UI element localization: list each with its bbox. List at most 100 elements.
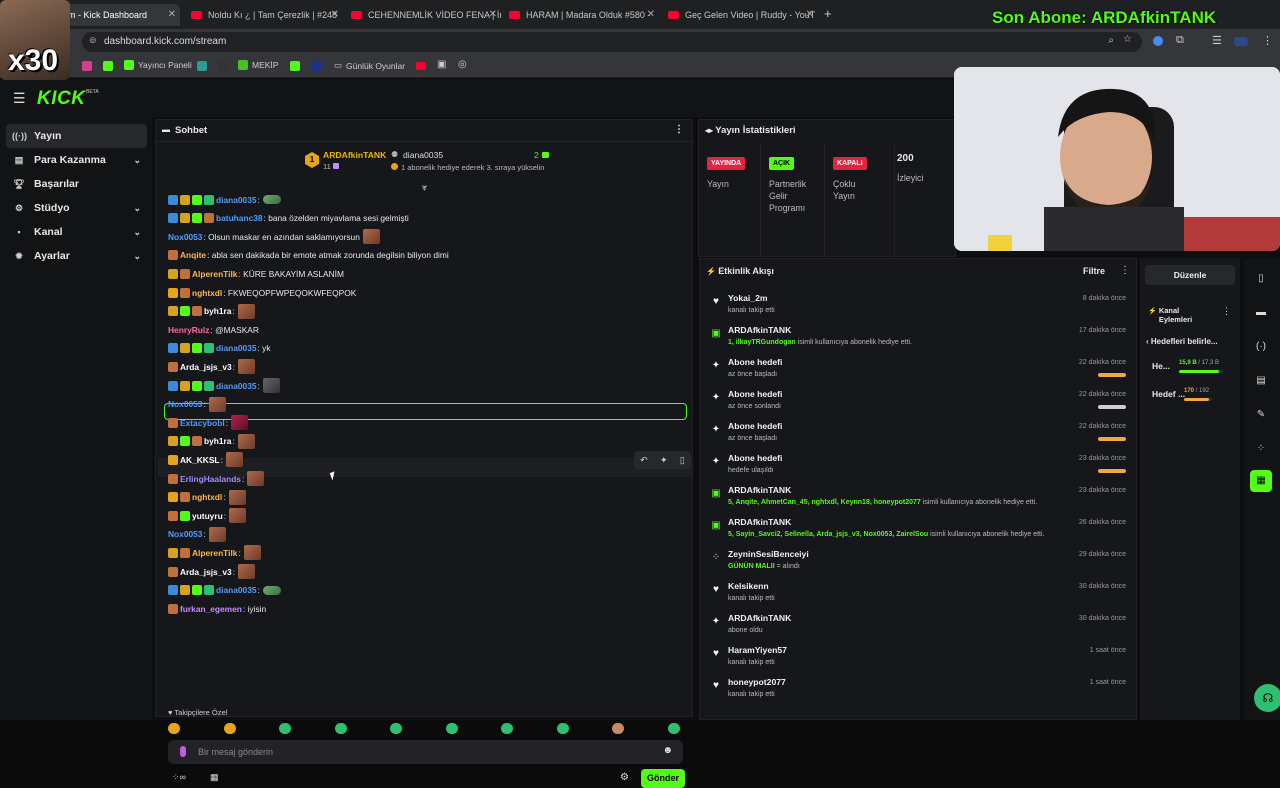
activity-item[interactable]: ♥ Kelsikenn kanalı takip etti 30 dakika önc… bbox=[700, 577, 1136, 609]
app-icon[interactable] bbox=[197, 61, 207, 71]
close-icon[interactable]: ✕ bbox=[806, 9, 814, 20]
profile-avatar[interactable] bbox=[1234, 37, 1248, 46]
youtube-icon[interactable] bbox=[416, 62, 426, 70]
shop-icon[interactable]: ▦ bbox=[210, 772, 219, 783]
chat-message[interactable]: diana0035: bbox=[168, 582, 281, 599]
activity-user[interactable]: ZeyninSesiBenceiyi bbox=[728, 549, 809, 559]
support-icon[interactable]: ☊ bbox=[1254, 684, 1280, 712]
delete-icon[interactable]: ▯ bbox=[680, 455, 685, 466]
sidebar-item-studyo[interactable]: ⚙ Stüdyo ⌄ bbox=[6, 196, 147, 220]
site-info-icon[interactable]: ⊜ bbox=[89, 35, 97, 46]
reading-list-icon[interactable]: ☰ bbox=[1212, 34, 1222, 47]
puzzle-icon[interactable]: ⧉ bbox=[1176, 34, 1184, 47]
emoji-icon[interactable]: ☻ bbox=[662, 745, 673, 756]
activity-user[interactable]: honeypot2077 bbox=[728, 677, 786, 687]
emote-icon[interactable] bbox=[237, 433, 255, 449]
tab-youtube-1[interactable]: Noldu Kı ¿ | Tam Çerezlik | #248 ✕ bbox=[183, 4, 343, 26]
chat-message[interactable]: ErlingHaalands: bbox=[168, 470, 265, 487]
emote-icon[interactable] bbox=[556, 723, 569, 734]
chat-username[interactable]: AK_KKSL bbox=[180, 455, 220, 465]
chat-message[interactable]: furkan_egemen: iyisin bbox=[168, 600, 266, 617]
activity-item[interactable]: ⁘ ZeyninSesiBenceiyi GÜNÜN MALII = alındı 2… bbox=[700, 545, 1136, 577]
close-icon[interactable]: ✕ bbox=[647, 9, 655, 20]
activity-item[interactable]: ✦ Abone hedefi az önce sonlandı 22 dakika ö… bbox=[700, 385, 1136, 417]
calculator-icon[interactable]: ▦ bbox=[1250, 470, 1272, 492]
chat-username[interactable]: diana0035 bbox=[216, 381, 257, 391]
emote-icon[interactable] bbox=[243, 545, 261, 561]
chat-username[interactable]: AlperenTilk bbox=[192, 548, 237, 558]
emote-icon[interactable] bbox=[334, 723, 347, 734]
chat-username[interactable]: Extacybobl bbox=[180, 418, 225, 428]
emote-icon[interactable] bbox=[208, 526, 226, 542]
emote-icon[interactable] bbox=[225, 452, 243, 468]
kicks-icon[interactable]: ⁘∞ bbox=[172, 772, 186, 783]
activity-user[interactable]: Abone hedefi bbox=[728, 453, 782, 463]
close-icon[interactable]: ✕ bbox=[168, 9, 176, 20]
chat-message[interactable]: diana0035: yk bbox=[168, 340, 271, 357]
new-tab-icon[interactable]: + bbox=[824, 6, 832, 21]
activity-item[interactable]: ✦ Abone hedefi az önce başladı 22 dakika ön… bbox=[700, 353, 1136, 385]
expand-icon[interactable]: ⩔ bbox=[422, 182, 427, 193]
chat-message[interactable]: batuhanc38: bana özelden miyavlama sesi … bbox=[168, 210, 409, 227]
pin-icon[interactable]: ✦ bbox=[660, 455, 668, 466]
app-icon[interactable] bbox=[312, 61, 322, 71]
activity-user[interactable]: ARDAfkinTANK bbox=[728, 325, 791, 335]
chat-message[interactable]: Anqite: abla sen dakikada bir emote atma… bbox=[168, 247, 449, 264]
bookmark-mekip[interactable]: MEKİP bbox=[238, 60, 278, 70]
bookmark-gunluk-oyunlar[interactable]: ▭ Günlük Oyunlar bbox=[334, 60, 405, 71]
activity-user[interactable]: ARDAfkinTANK bbox=[728, 613, 791, 623]
chat-message[interactable]: Nox0053: bbox=[168, 526, 226, 543]
emote-icon[interactable] bbox=[279, 723, 291, 734]
instagram-icon[interactable] bbox=[82, 61, 92, 71]
chat-message[interactable]: Nox0053: Olsun maskar en azından saklamı… bbox=[168, 228, 380, 245]
emote-icon[interactable] bbox=[208, 396, 226, 412]
activity-item[interactable]: ▣ ARDAfkinTANK 5, Anqite, AhmetCan_45, ngh… bbox=[700, 481, 1136, 513]
tab-youtube-2[interactable]: CEHENNEMLİK VİDEO FENA | İn ✕ bbox=[343, 4, 501, 26]
chat-username[interactable]: batuhanc38 bbox=[216, 213, 263, 223]
chat-message[interactable]: HenryRulz: @MASKAR bbox=[168, 321, 259, 338]
emote-icon[interactable] bbox=[231, 415, 249, 431]
chat-username[interactable]: Arda_jsjs_v3 bbox=[180, 567, 232, 577]
send-button[interactable]: Gönder bbox=[641, 769, 685, 788]
bookmark-star-icon[interactable]: ☆ bbox=[1123, 34, 1132, 45]
emote-icon[interactable] bbox=[238, 359, 256, 375]
goals-header[interactable]: ‹ Hedefleri belirle... bbox=[1146, 337, 1218, 346]
chat-message[interactable]: nghtxdl: FKWEQOPFWPEQOKWFEQPOK bbox=[168, 284, 356, 301]
goal-item[interactable]: He... 15,9 B / 17,3 B bbox=[1152, 358, 1230, 378]
tab-youtube-3[interactable]: HARAM | Madara Olduk #580 - ✕ bbox=[501, 4, 659, 26]
chat-username[interactable]: AlperenTilk bbox=[192, 269, 237, 279]
emote-icon[interactable] bbox=[612, 723, 624, 734]
emote-icon[interactable] bbox=[262, 195, 281, 204]
emote-icon[interactable] bbox=[262, 585, 281, 595]
chat-username[interactable]: diana0035 bbox=[216, 195, 257, 205]
goal-item[interactable]: Hedef ... 170 / 192 bbox=[1152, 386, 1230, 406]
chat-message[interactable]: Extacybobl: bbox=[168, 414, 249, 431]
emote-icon[interactable] bbox=[228, 489, 246, 505]
chat-username[interactable]: Nox0053 bbox=[168, 399, 202, 409]
chat-input[interactable]: Bir mesaj gönderin ☻ bbox=[168, 740, 683, 764]
activity-user[interactable]: HaramYiyen57 bbox=[728, 645, 787, 655]
emote-icon[interactable] bbox=[229, 508, 247, 524]
sidebar-item-basarilar[interactable]: 🏆︎ Başarılar bbox=[6, 172, 147, 196]
more-icon[interactable]: ⋮ bbox=[674, 124, 684, 135]
kick-logo[interactable]: KICK bbox=[37, 88, 85, 110]
chat-username[interactable]: nghtxdl bbox=[192, 492, 222, 502]
chat-message[interactable]: byh1ra: bbox=[168, 303, 255, 320]
bookmark-yayinci-paneli[interactable]: Yayıncı Paneli bbox=[124, 60, 192, 70]
chat-username[interactable]: Nox0053 bbox=[168, 232, 202, 242]
sidebar-item-kanal[interactable]: ▪ Kanal ⌄ bbox=[6, 220, 147, 244]
game-icon[interactable]: ▣ bbox=[437, 59, 446, 70]
activity-user[interactable]: Abone hedefi bbox=[728, 357, 782, 367]
emote-icon[interactable] bbox=[445, 723, 458, 734]
kick-icon[interactable] bbox=[103, 61, 113, 71]
chat-username[interactable]: yutuyru bbox=[192, 511, 223, 521]
emote-icon[interactable] bbox=[501, 723, 513, 734]
activity-item[interactable]: ♥ HaramYiyen57 kanalı takip etti 1 saat önc… bbox=[700, 641, 1136, 673]
document-icon[interactable]: ▯ bbox=[1250, 268, 1272, 290]
emote-icon[interactable] bbox=[223, 723, 236, 734]
chat-username[interactable]: diana0035 bbox=[216, 585, 257, 595]
chat-username[interactable]: ErlingHaalands bbox=[180, 474, 241, 484]
media-icon[interactable]: ▤ bbox=[1250, 370, 1272, 392]
chat-message[interactable]: byh1ra: bbox=[168, 433, 255, 450]
activity-user[interactable]: ARDAfkinTANK bbox=[728, 485, 791, 495]
